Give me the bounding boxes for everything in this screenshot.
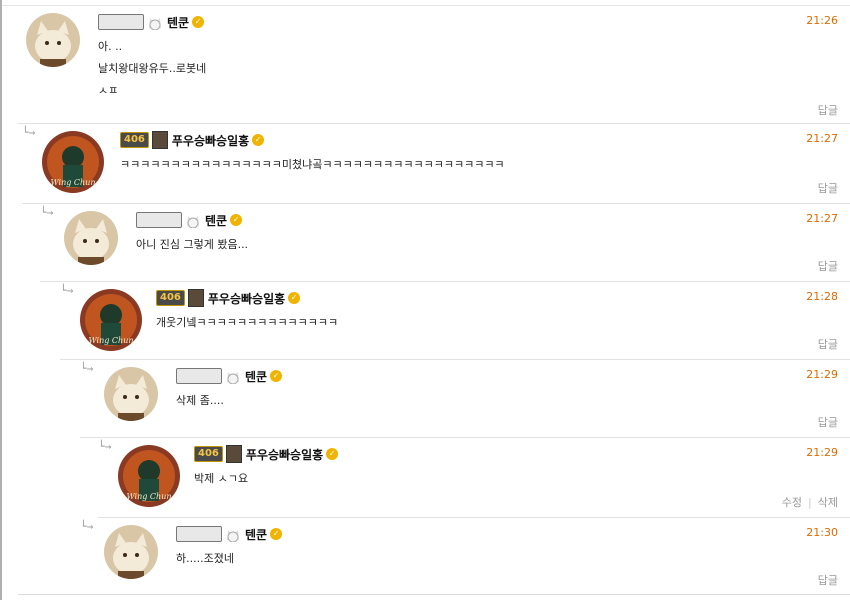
reply-arrow-icon: └→ <box>22 126 36 139</box>
reply-arrow-icon: └→ <box>60 284 74 297</box>
reply-button[interactable]: 답글 <box>818 182 838 195</box>
comment-time: 21:30 <box>806 526 838 539</box>
mini-avatar-icon <box>151 131 168 149</box>
comment-text: 삭제 좀.... <box>176 390 224 412</box>
comment-header: 텐쿤 ✓ <box>136 210 243 230</box>
verified-icon: ✓ <box>288 292 301 304</box>
comment-time: 21:26 <box>806 14 838 27</box>
comment-text: 아. .. 날치왕대왕유두..로봇네 ㅅㅍ <box>98 36 206 102</box>
comment-item: └→ Wing Chun 406 푸우승빠승일홍 ✓ 21:29 박제 ㅅㄱ요 … <box>98 438 850 518</box>
avatar[interactable] <box>104 525 158 579</box>
reply-arrow-icon: └→ <box>40 206 54 219</box>
comment-time: 21:27 <box>806 132 838 145</box>
author-name[interactable]: 푸우승빠승일홍 <box>208 290 285 307</box>
verified-icon: ✓ <box>270 370 283 382</box>
author-name[interactable]: 텐쿤 <box>245 368 267 385</box>
reply-button[interactable]: 답글 <box>818 574 838 587</box>
reply-button[interactable]: 답글 <box>818 260 838 273</box>
level-badge: 406 <box>156 290 185 306</box>
comment-time: 21:29 <box>806 446 838 459</box>
cat-emblem-icon <box>147 15 163 31</box>
left-edge <box>0 0 2 600</box>
comment-text: 하.....조졌네 <box>176 548 234 570</box>
comment-actions: 답글 <box>818 336 838 352</box>
author-name[interactable]: 텐쿤 <box>167 14 189 31</box>
delete-button[interactable]: 삭제 <box>818 496 838 509</box>
mini-avatar-icon <box>225 445 242 463</box>
avatar-label: Wing Chun <box>50 178 95 187</box>
verified-icon: ✓ <box>326 448 339 460</box>
comment-line: 아. .. <box>98 40 123 53</box>
comment-text: ㅋㅋㅋㅋㅋㅋㅋㅋㅋㅋㅋㅋㅋㅋㅋㅋ미쳤냐곸ㅋㅋㅋㅋㅋㅋㅋㅋㅋㅋㅋㅋㅋㅋㅋㅋㅋㅋ <box>120 154 505 176</box>
verified-icon: ✓ <box>252 134 265 146</box>
comment-text: 박제 ㅅㄱ요 <box>194 468 248 490</box>
comment-line: 개웃기넼ㅋㅋㅋㅋㅋㅋㅋㅋㅋㅋㅋㅋㅋㅋ <box>156 316 339 329</box>
author-name[interactable]: 푸우승빠승일홍 <box>172 132 249 149</box>
reply-arrow-icon: └→ <box>80 520 94 533</box>
comment-item: └→ 텐쿤 ✓ 21:27 아니 진심 그렇게 봤음... 답글 <box>40 204 850 282</box>
level-badge <box>176 368 222 384</box>
cat-emblem-icon <box>225 527 241 543</box>
reply-arrow-icon: └→ <box>80 362 94 375</box>
avatar-label: Wing Chun <box>88 336 133 345</box>
comment-actions: 답글 <box>818 414 838 430</box>
comment-text: 아니 진심 그렇게 봤음... <box>136 234 248 256</box>
comment-item: └→ Wing Chun 406 푸우승빠승일홍 ✓ 21:27 ㅋㅋㅋㅋㅋㅋㅋ… <box>22 124 850 204</box>
comment-time: 21:29 <box>806 368 838 381</box>
avatar[interactable]: Wing Chun <box>118 445 180 507</box>
level-badge <box>136 212 182 228</box>
comment-time: 21:28 <box>806 290 838 303</box>
comment-item: └→ 텐쿤 ✓ 21:30 하.....조졌네 답글 <box>80 518 838 594</box>
bottom-divider <box>18 594 850 595</box>
reply-button[interactable]: 답글 <box>818 338 838 351</box>
comment-header: 406 푸우승빠승일홍 ✓ <box>156 288 301 308</box>
comment-actions: 답글 <box>818 258 838 274</box>
avatar[interactable] <box>64 211 118 265</box>
comment-actions: 수정 | 삭제 <box>782 494 838 510</box>
comment-line: 박제 ㅅㄱ요 <box>194 472 249 485</box>
comment-text: 개웃기넼ㅋㅋㅋㅋㅋㅋㅋㅋㅋㅋㅋㅋㅋㅋ <box>156 312 338 334</box>
level-badge: 406 <box>194 446 223 462</box>
avatar[interactable] <box>104 367 158 421</box>
mini-avatar-icon <box>187 289 204 307</box>
comment-item: └→ Wing Chun 406 푸우승빠승일홍 ✓ 21:28 개웃기넼ㅋㅋㅋ… <box>60 282 850 360</box>
verified-icon: ✓ <box>192 16 205 28</box>
comment-item: 텐쿤 ✓ 21:26 아. .. 날치왕대왕유두..로봇네 ㅅㅍ 답글 <box>18 6 850 124</box>
reply-button[interactable]: 답글 <box>818 416 838 429</box>
author-name[interactable]: 텐쿤 <box>205 212 227 229</box>
comment-header: 텐쿤 ✓ <box>176 524 283 544</box>
comment-actions: 답글 <box>818 572 838 588</box>
comment-header: 406 푸우승빠승일홍 ✓ <box>120 130 265 150</box>
comment-line: 하.....조졌네 <box>176 552 234 565</box>
action-separator: | <box>808 496 812 509</box>
avatar[interactable] <box>26 13 80 67</box>
comment-actions: 답글 <box>818 180 838 196</box>
author-name[interactable]: 푸우승빠승일홍 <box>246 446 323 463</box>
level-badge: 406 <box>120 132 149 148</box>
avatar[interactable]: Wing Chun <box>80 289 142 351</box>
comment-header: 텐쿤 ✓ <box>98 12 205 32</box>
cat-emblem-icon <box>185 213 201 229</box>
verified-icon: ✓ <box>230 214 243 226</box>
comment-line: 날치왕대왕유두..로봇네 <box>98 62 207 75</box>
comment-actions: 답글 <box>818 102 838 118</box>
level-badge <box>176 526 222 542</box>
author-name[interactable]: 텐쿤 <box>245 526 267 543</box>
comment-item: └→ 텐쿤 ✓ 21:29 삭제 좀.... 답글 <box>80 360 850 438</box>
comment-line: ㅋㅋㅋㅋㅋㅋㅋㅋㅋㅋㅋㅋㅋㅋㅋㅋ미쳤냐곸ㅋㅋㅋㅋㅋㅋㅋㅋㅋㅋㅋㅋㅋㅋㅋㅋㅋㅋ <box>120 158 505 171</box>
reply-button[interactable]: 답글 <box>818 104 838 117</box>
edit-button[interactable]: 수정 <box>782 496 802 509</box>
reply-arrow-icon: └→ <box>98 440 112 453</box>
level-badge <box>98 14 144 30</box>
comment-line: 아니 진심 그렇게 봤음... <box>136 238 249 251</box>
comment-time: 21:27 <box>806 212 838 225</box>
comment-line: 삭제 좀.... <box>176 394 224 407</box>
avatar[interactable]: Wing Chun <box>42 131 104 193</box>
avatar-label: Wing Chun <box>126 492 171 501</box>
comment-header: 텐쿤 ✓ <box>176 366 283 386</box>
verified-icon: ✓ <box>270 528 283 540</box>
comment-line: ㅅㅍ <box>98 84 119 97</box>
cat-emblem-icon <box>225 369 241 385</box>
comment-header: 406 푸우승빠승일홍 ✓ <box>194 444 339 464</box>
